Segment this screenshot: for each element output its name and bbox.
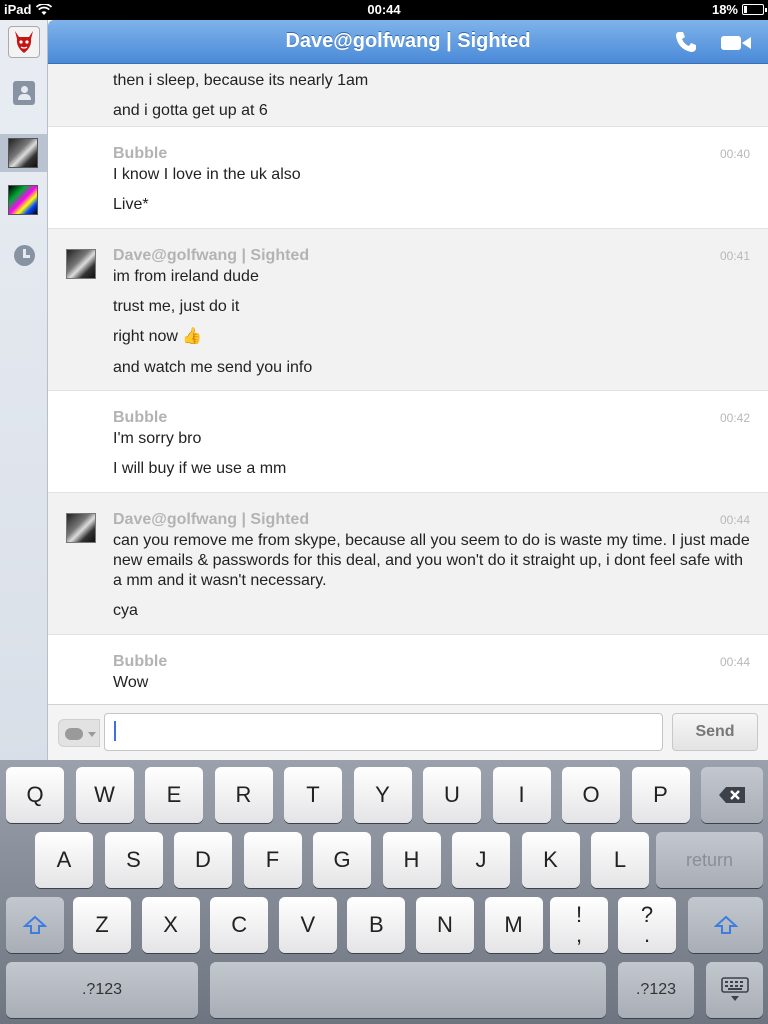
message-text: right now 👍	[113, 328, 203, 345]
message-text: I'm sorry bro	[113, 430, 202, 447]
app-window: Dave@golfwang | Sighted then i sleep, be…	[0, 20, 768, 760]
message-group: Dave@golfwang | Sighted 00:44 can you remo…	[48, 493, 768, 635]
chat-panel: Dave@golfwang | Sighted then i sleep, be…	[48, 20, 768, 760]
key-o[interactable]: O	[562, 767, 620, 823]
key-c[interactable]: C	[210, 897, 269, 953]
key-e[interactable]: E	[145, 767, 203, 823]
message-timestamp: 00:44	[719, 655, 750, 669]
message-text: Live*	[113, 196, 149, 213]
backspace-icon	[719, 787, 745, 803]
composer-bar: Send	[48, 704, 768, 760]
avatar[interactable]	[66, 513, 96, 543]
message-group: Dave@golfwang | Sighted 00:41 im from irel…	[48, 229, 768, 391]
message-input[interactable]	[104, 713, 663, 751]
key-j[interactable]: J	[452, 832, 510, 888]
key-q[interactable]: Q	[6, 767, 64, 823]
key-n[interactable]: N	[416, 897, 474, 953]
key-u[interactable]: U	[423, 767, 481, 823]
shift-arrow-icon	[23, 915, 47, 934]
key-x[interactable]: X	[141, 897, 200, 953]
shift-key-left[interactable]	[6, 897, 64, 953]
chevron-down-icon	[88, 732, 96, 737]
message-sender: Dave@golfwang | Sighted	[113, 511, 310, 528]
key-k[interactable]: K	[521, 832, 580, 888]
sidebar-chat-dave[interactable]	[8, 138, 38, 168]
message-timestamp: 00:42	[719, 411, 750, 425]
numbers-key-left[interactable]: .?123	[6, 962, 198, 1018]
backspace-key[interactable]	[701, 767, 763, 823]
message-sender: Dave@golfwang | Sighted	[113, 247, 310, 264]
space-key[interactable]	[210, 962, 606, 1018]
message-text: I will buy if we use a mm	[113, 460, 287, 477]
clock-icon[interactable]	[14, 245, 35, 266]
emoticon-button[interactable]	[58, 719, 100, 747]
key-d[interactable]: D	[174, 832, 232, 888]
avatar[interactable]	[66, 249, 96, 279]
message-timestamp: 00:44	[719, 513, 750, 527]
devil-icon	[15, 31, 33, 53]
key-r[interactable]: R	[214, 767, 273, 823]
message-text: im from ireland dude	[113, 268, 259, 285]
message-text: and i gotta get up at 6	[113, 102, 268, 119]
hide-keyboard-key[interactable]	[706, 962, 763, 1018]
key-comma-label: ,	[575, 922, 583, 947]
key-question-period[interactable]: ?.	[618, 897, 676, 953]
key-t[interactable]: T	[284, 767, 342, 823]
message-sender: Bubble	[113, 653, 168, 670]
key-z[interactable]: Z	[73, 897, 131, 953]
contacts-book-icon[interactable]	[13, 81, 35, 105]
key-v[interactable]: V	[278, 897, 337, 953]
message-text: can you remove me from skype, because al…	[113, 532, 750, 589]
message-group: Bubble 00:44 Wow	[48, 635, 768, 704]
battery-icon	[742, 4, 767, 15]
key-g[interactable]: G	[313, 832, 371, 888]
message-sender: Bubble	[113, 145, 168, 162]
message-text: and watch me send you info	[113, 359, 313, 376]
key-b[interactable]: B	[347, 897, 406, 953]
my-profile-avatar[interactable]	[8, 26, 40, 58]
battery-percent: 18%	[711, 2, 738, 17]
key-i[interactable]: I	[492, 767, 551, 823]
key-l[interactable]: L	[591, 832, 649, 888]
message-timestamp: 00:40	[719, 147, 750, 161]
key-p[interactable]: P	[631, 767, 690, 823]
status-time: 00:44	[367, 2, 401, 17]
sidebar	[0, 20, 48, 760]
phone-icon[interactable]	[674, 30, 700, 54]
return-key[interactable]: return	[656, 832, 763, 888]
sidebar-chat-group[interactable]	[8, 185, 38, 215]
message-text: trust me, just do it	[113, 298, 240, 315]
send-button[interactable]: Send	[672, 713, 758, 751]
text-caret	[114, 721, 116, 741]
key-a[interactable]: A	[35, 832, 93, 888]
key-exclaim-comma[interactable]: !,	[550, 897, 608, 953]
key-period-label: .	[643, 922, 651, 947]
message-list[interactable]: then i sleep, because its nearly 1am and …	[48, 64, 768, 704]
status-bar: iPad 00:44 18%	[0, 0, 768, 20]
key-m[interactable]: M	[484, 897, 543, 953]
message-group: then i sleep, because its nearly 1am and …	[48, 64, 768, 127]
onscreen-keyboard: Q W E R T Y U I O P A S D F G H J K Lreturn Z X C V B N M!,?. .?12…	[0, 760, 768, 1024]
message-text: then i sleep, because its nearly 1am	[113, 72, 369, 89]
numbers-key-right[interactable]: .?123	[618, 962, 694, 1018]
message-timestamp: 00:41	[719, 249, 750, 263]
chat-header: Dave@golfwang | Sighted	[48, 20, 768, 64]
key-y[interactable]: Y	[353, 767, 412, 823]
key-w[interactable]: W	[75, 767, 134, 823]
key-f[interactable]: F	[243, 832, 302, 888]
message-group: Bubble 00:42 I'm sorry bro I will buy if we…	[48, 391, 768, 493]
message-text: cya	[113, 602, 138, 619]
message-sender: Bubble	[113, 409, 168, 426]
video-camera-icon[interactable]	[720, 34, 752, 52]
keyboard-hide-icon	[720, 977, 749, 1001]
chat-bubble-icon	[65, 728, 83, 740]
message-text: Wow	[113, 674, 149, 691]
key-h[interactable]: H	[382, 832, 441, 888]
shift-key-right[interactable]	[688, 897, 763, 953]
message-group: Bubble 00:40 I know I love in the uk also L…	[48, 127, 768, 229]
shift-arrow-icon	[713, 915, 738, 934]
chat-title: Dave@golfwang | Sighted	[285, 30, 531, 52]
key-s[interactable]: S	[104, 832, 163, 888]
message-text: I know I love in the uk also	[113, 166, 301, 183]
